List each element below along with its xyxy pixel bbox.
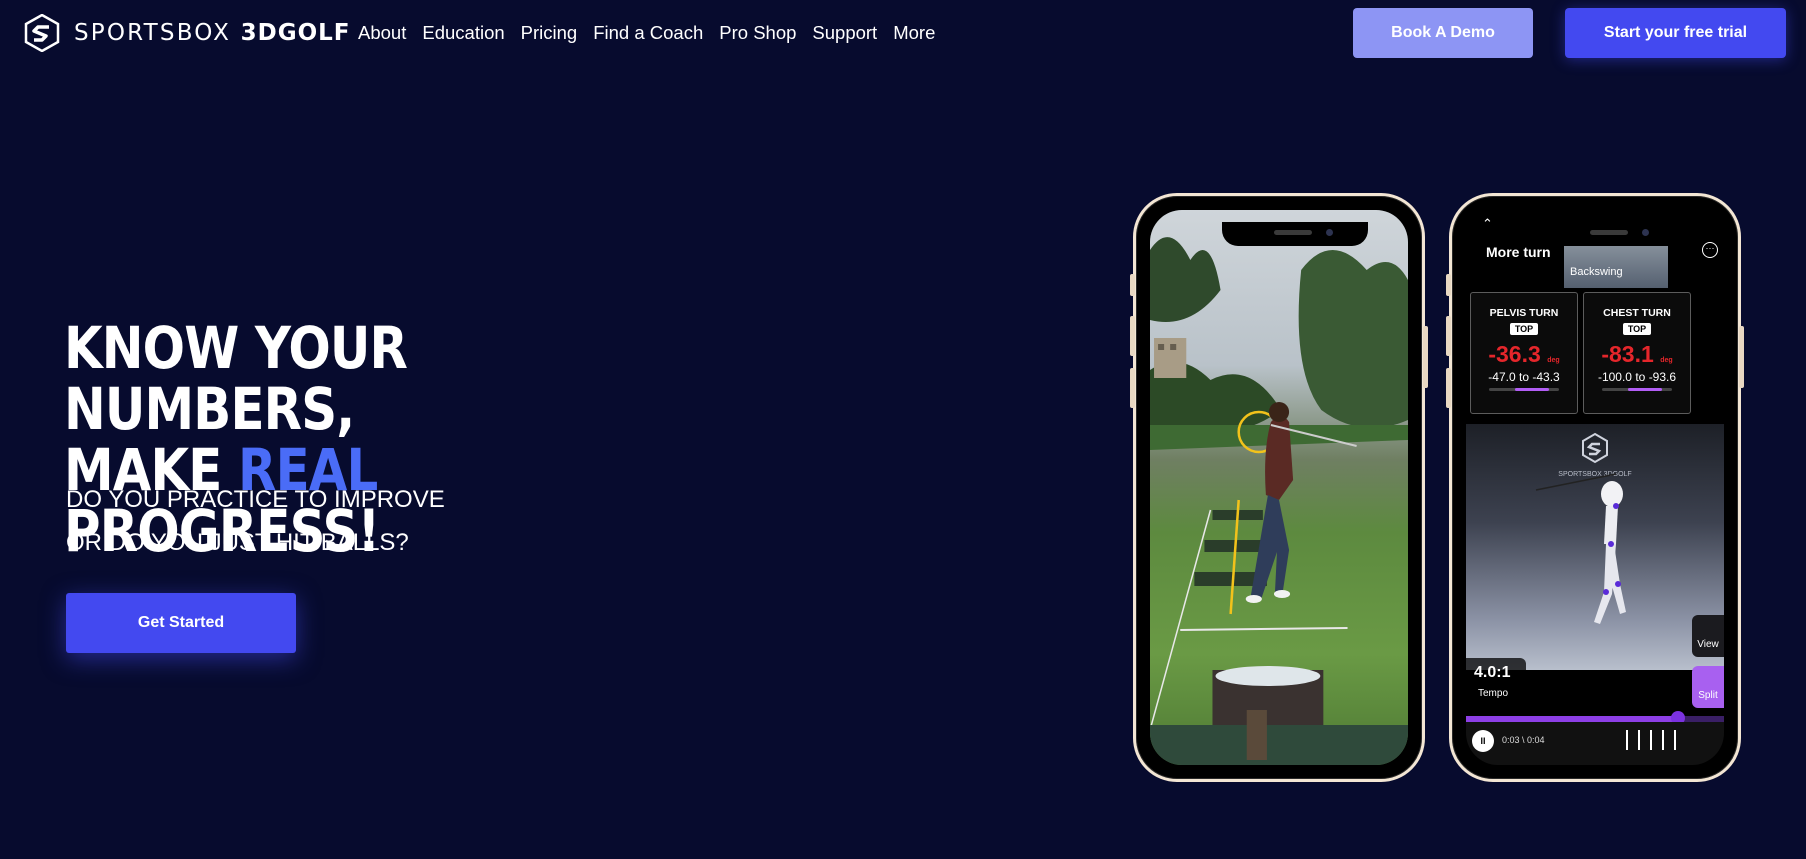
nav-more[interactable]: More	[893, 22, 935, 44]
phone-mute-switch	[1446, 274, 1451, 296]
metric-card-chest-turn: CHEST TURN TOP -83.1 deg -100.0 to -93.6	[1583, 292, 1691, 414]
hero-subheadline: DO YOU PRACTICE TO IMPROVE OR DO YOU JUS…	[66, 478, 445, 564]
3d-golfer-avatar-icon: SPORTSBOX 3DGOLF	[1535, 432, 1632, 624]
sportsbox-logo-icon	[24, 14, 60, 52]
playback-time: 0:03 \ 0:04	[1502, 735, 1545, 745]
pause-icon[interactable]: II	[1472, 730, 1494, 752]
frame-ticks[interactable]	[1626, 730, 1724, 752]
main-menu: About Education Pricing Find a Coach Pro…	[358, 22, 935, 44]
metric-range-bar	[1489, 388, 1559, 391]
3d-avatar-viewport[interactable]: SPORTSBOX 3DGOLF	[1466, 424, 1724, 670]
phone-power-button	[1423, 326, 1428, 388]
nav-pro-shop[interactable]: Pro Shop	[719, 22, 796, 44]
metric-range-bar	[1602, 388, 1672, 391]
tempo-value: 4.0:1	[1474, 664, 1511, 681]
top-navigation: SPORTSBOX 3DGOLF About Education Pricing…	[0, 0, 1806, 66]
phone-volume-up	[1446, 316, 1451, 356]
view-toggle-button[interactable]: View	[1692, 615, 1724, 657]
metric-name: PELVIS TURN	[1489, 307, 1559, 319]
collapse-chevron-icon[interactable]: ⌃	[1482, 216, 1493, 232]
phone-volume-down	[1446, 368, 1451, 408]
phone-volume-down	[1130, 368, 1135, 408]
metric-value: -83.1 deg	[1601, 341, 1673, 367]
metric-range: -100.0 to -93.6	[1597, 370, 1677, 384]
tempo-label: Tempo	[1478, 688, 1509, 699]
metric-value: -36.3 deg	[1488, 341, 1560, 367]
phone-power-button	[1739, 326, 1744, 388]
get-started-button[interactable]: Get Started	[66, 593, 296, 653]
metric-phase-tag: TOP	[1509, 323, 1539, 335]
nav-education[interactable]: Education	[422, 22, 504, 44]
subheadline-line-1: DO YOU PRACTICE TO IMPROVE	[66, 486, 445, 513]
metric-card-pelvis-turn: PELVIS TURN TOP -36.3 deg -47.0 to -43.3	[1470, 292, 1578, 414]
nav-about[interactable]: About	[358, 22, 406, 44]
thumbnail-label: Backswing	[1570, 266, 1623, 278]
metric-phase-tag: TOP	[1622, 323, 1652, 335]
golf-swing-scene-image	[1150, 237, 1408, 765]
phone-notch	[1538, 222, 1684, 246]
nav-support[interactable]: Support	[812, 22, 877, 44]
phone-mockup-app: ⌃ Backswing More turn ··· PELVIS TURN TO…	[1446, 193, 1744, 782]
model-brand-watermark: SPORTSBOX 3DGOLF	[1558, 471, 1631, 478]
book-demo-button[interactable]: Book A Demo	[1353, 8, 1533, 58]
phone-mute-switch	[1130, 274, 1135, 296]
brand-wordmark: SPORTSBOX 3DGOLF	[74, 20, 351, 46]
nav-find-a-coach[interactable]: Find a Coach	[593, 22, 703, 44]
subheadline-line-2: OR DO YOU JUST HIT BALLS?	[66, 529, 409, 556]
more-options-icon[interactable]: ···	[1702, 242, 1718, 258]
headline-line-1: KNOW YOUR NUMBERS,	[64, 314, 408, 443]
nav-pricing[interactable]: Pricing	[521, 22, 578, 44]
metric-range: -47.0 to -43.3	[1488, 370, 1560, 384]
brand-logo[interactable]: SPORTSBOX 3DGOLF	[24, 14, 351, 52]
app-title: More turn	[1486, 244, 1551, 260]
phone-volume-up	[1130, 316, 1135, 356]
phone-screen-video	[1150, 210, 1408, 765]
phone-mockup-video	[1130, 193, 1428, 782]
metric-name: CHEST TURN	[1603, 307, 1671, 319]
tempo-readout: 4.0:1 Tempo	[1466, 658, 1526, 706]
split-toggle-button[interactable]: Split	[1692, 666, 1724, 708]
start-free-trial-button[interactable]: Start your free trial	[1565, 8, 1786, 58]
phone-notch	[1222, 222, 1368, 246]
phone-screen-app: ⌃ Backswing More turn ··· PELVIS TURN TO…	[1466, 210, 1724, 765]
